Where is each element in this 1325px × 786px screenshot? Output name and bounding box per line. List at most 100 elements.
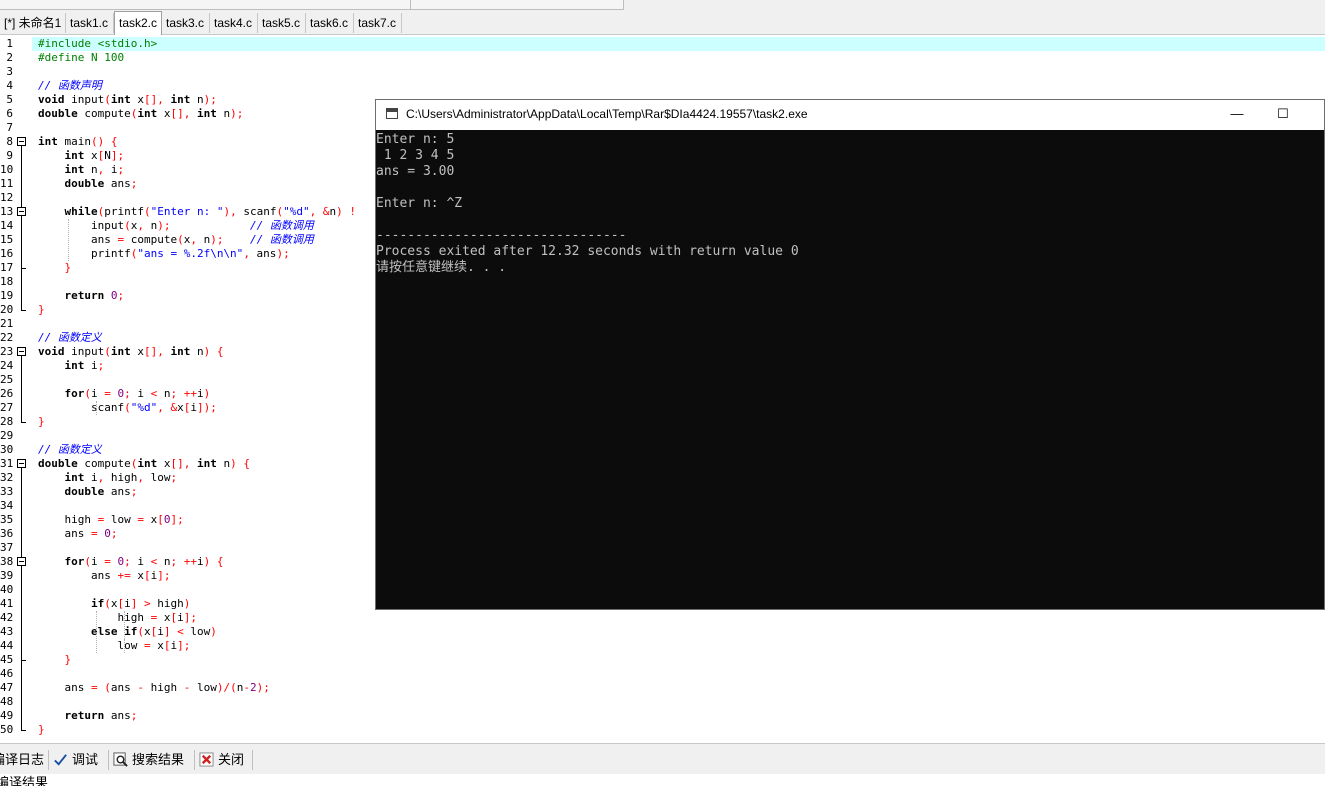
line-number: 43	[0, 625, 14, 638]
line-number: 11	[0, 177, 14, 190]
fold-end	[21, 268, 26, 269]
code-line[interactable]: }	[38, 653, 72, 667]
tab-untitled1[interactable]: [*] 未命名1	[0, 13, 66, 33]
code-line[interactable]: return 0;	[38, 289, 125, 303]
line-number: 33	[0, 485, 14, 498]
line-number: 49	[0, 709, 14, 722]
line-number: 32	[0, 471, 14, 484]
code-line[interactable]: // 函数声明	[38, 79, 102, 93]
tab-debug[interactable]: 调试	[53, 749, 98, 771]
tab-search-results[interactable]: 搜索结果	[113, 749, 184, 771]
code-line[interactable]: int n, i;	[38, 163, 125, 177]
top-toolbar-strip	[0, 0, 1325, 11]
fold-line	[21, 566, 22, 660]
compile-log-label: 编译日志	[0, 752, 45, 767]
tab-task2[interactable]: task2.c	[114, 11, 162, 35]
line-number: 41	[0, 597, 14, 610]
line-number: 28	[0, 415, 14, 428]
tab-task6[interactable]: task6.c	[306, 13, 354, 33]
fold-toggle[interactable]	[17, 557, 26, 566]
code-line[interactable]: #include <stdio.h>	[38, 37, 157, 51]
console-title-bar[interactable]: C:\Users\Administrator\AppData\Local\Tem…	[376, 100, 1324, 130]
code-line[interactable]: low = x[i];	[38, 639, 190, 653]
tab-task1[interactable]: task1.c	[66, 13, 114, 33]
code-line[interactable]: high = low = x[0];	[38, 513, 183, 527]
line-number: 15	[0, 233, 14, 246]
line-number: 23	[0, 345, 14, 358]
code-line[interactable]: }	[38, 723, 45, 737]
fold-toggle[interactable]	[17, 207, 26, 216]
line-number: 48	[0, 695, 14, 708]
code-line[interactable]: void input(int x[], int n);	[38, 93, 217, 107]
tab-task4[interactable]: task4.c	[210, 13, 258, 33]
code-line[interactable]: ans = (ans - high - low)/(n-2);	[38, 681, 269, 695]
line-number: 4	[6, 79, 13, 92]
code-line[interactable]: #define N 100	[38, 51, 124, 65]
tab-task5[interactable]: task5.c	[258, 13, 306, 33]
line-number: 44	[0, 639, 14, 652]
search-results-label: 搜索结果	[132, 752, 185, 767]
fold-end	[21, 310, 26, 311]
code-line[interactable]: while(printf("Enter n: "), scanf("%d", &…	[38, 205, 356, 219]
code-line[interactable]: printf("ans = %.2f\n\n", ans);	[38, 247, 290, 261]
line-number: 12	[0, 191, 14, 204]
code-line[interactable]: input(x, n); // 函数调用	[38, 219, 314, 233]
code-line[interactable]: int main() {	[38, 135, 118, 149]
code-line[interactable]: }	[38, 261, 72, 275]
fold-toggle[interactable]	[17, 137, 26, 146]
minimize-button[interactable]: —	[1214, 100, 1260, 130]
code-line[interactable]: }	[38, 303, 45, 317]
console-line: Enter n: 5	[376, 132, 455, 147]
code-line[interactable]: ans = 0;	[38, 527, 117, 541]
console-line: Process exited after 12.32 seconds with …	[376, 244, 799, 259]
code-line[interactable]: int x[N];	[38, 149, 125, 163]
line-number: 20	[0, 303, 14, 316]
line-number: 25	[0, 373, 14, 386]
code-line[interactable]: }	[38, 415, 45, 429]
line-number: 22	[0, 331, 14, 344]
line-number: 39	[0, 569, 14, 582]
fold-toggle[interactable]	[17, 459, 26, 468]
line-number: 6	[6, 107, 13, 120]
tab-compile-log[interactable]: 编译日志	[0, 749, 44, 771]
line-number: 37	[0, 541, 14, 554]
line-number: 13	[0, 205, 14, 218]
code-line[interactable]: int i, high, low;	[38, 471, 178, 485]
line-number: 47	[0, 681, 14, 694]
tab-close[interactable]: 关闭	[199, 749, 244, 771]
code-line[interactable]: double ans;	[38, 177, 138, 191]
code-line[interactable]: double compute(int x[], int n) {	[38, 457, 250, 471]
line-number: 18	[0, 275, 14, 288]
code-line[interactable]: for(i = 0; i < n; ++i) {	[38, 555, 224, 569]
code-line[interactable]: high = x[i];	[38, 611, 197, 625]
line-number: 14	[0, 219, 14, 232]
status-text: 编译结果	[0, 774, 1325, 786]
toolbar-combo-box[interactable]	[0, 0, 624, 10]
code-line[interactable]: scanf("%d", &x[i]);	[38, 401, 217, 415]
code-line[interactable]: double compute(int x[], int n);	[38, 107, 243, 121]
tab-task7[interactable]: task7.c	[354, 13, 402, 33]
code-line[interactable]: double ans;	[38, 485, 138, 499]
code-line[interactable]: return ans;	[38, 709, 138, 723]
tab-task3[interactable]: task3.c	[162, 13, 210, 33]
code-line[interactable]: // 函数定义	[38, 331, 102, 345]
console-window[interactable]: C:\Users\Administrator\AppData\Local\Tem…	[375, 99, 1325, 610]
fold-end	[21, 730, 26, 731]
fold-end	[21, 422, 26, 423]
indent-guide	[96, 611, 97, 653]
code-line[interactable]: for(i = 0; i < n; ++i)	[38, 387, 211, 401]
code-line[interactable]: else if(x[i] < low)	[38, 625, 217, 639]
code-line[interactable]: // 函数定义	[38, 443, 102, 457]
line-number: 35	[0, 513, 14, 526]
fold-toggle[interactable]	[17, 347, 26, 356]
console-line: 1 2 3 4 5	[376, 148, 455, 163]
code-line[interactable]: ans += x[i];	[38, 569, 171, 583]
line-number: 31	[0, 457, 14, 470]
maximize-button[interactable]: ☐	[1260, 100, 1306, 130]
code-line[interactable]: ans = compute(x, n); // 函数调用	[38, 233, 314, 247]
line-number: 26	[0, 387, 14, 400]
code-line[interactable]: if(x[i] > high)	[38, 597, 190, 611]
code-line[interactable]: void input(int x[], int n) {	[38, 345, 224, 359]
code-line[interactable]: int i;	[38, 359, 105, 373]
line-number: 30	[0, 443, 14, 456]
